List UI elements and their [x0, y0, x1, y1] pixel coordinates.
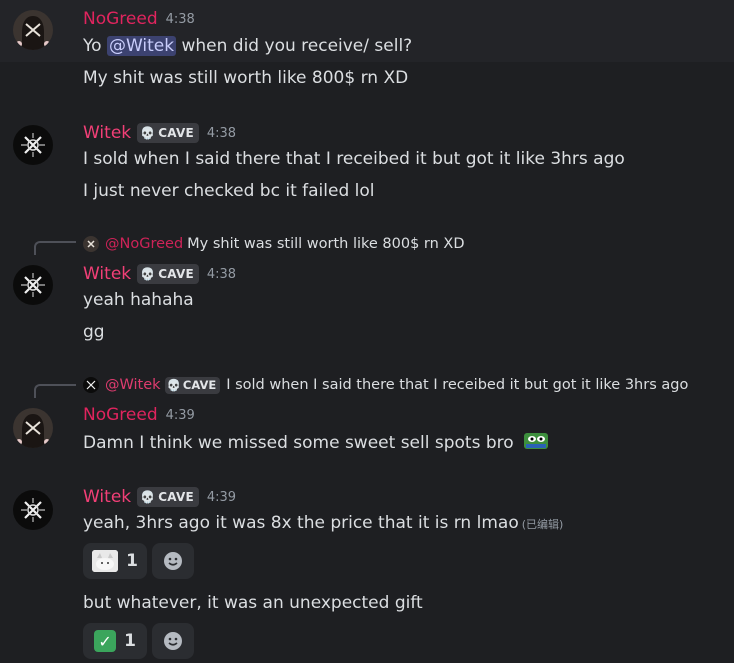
clan-tag-label: CAVE [182, 378, 217, 392]
message-header: NoGreed 4:38 [83, 8, 195, 30]
witek-mini-avatar [83, 377, 99, 393]
message-header: NoGreed 4:39 [83, 404, 195, 426]
reply-preview[interactable]: @Witek 💀 CAVE I sold when I said there th… [83, 375, 688, 395]
nogreed-mini-avatar [83, 236, 99, 252]
add-reaction-button[interactable] [152, 543, 194, 579]
text-fragment: yeah, 3hrs ago it was 8x the price that … [83, 513, 519, 533]
message-text: yeah hahaha [83, 290, 194, 310]
witek-avatar[interactable] [13, 265, 53, 305]
clan-tag[interactable]: 💀 CAVE [137, 123, 199, 143]
reply-text: I sold when I said there that I receibed… [226, 377, 689, 393]
reaction-count: 1 [124, 631, 136, 651]
message-text: Yo @Witek when did you receive/ sell? [83, 36, 412, 56]
message-header: Witek 💀 CAVE 4:39 [83, 486, 236, 508]
white-check-mark-emoji: ✓ [94, 630, 117, 652]
text-fragment: Yo [83, 36, 107, 56]
reply-author[interactable]: @Witek [105, 377, 161, 393]
clan-tag[interactable]: 💀 CAVE [137, 487, 199, 507]
skull-icon: 💀 [140, 267, 156, 281]
timestamp: 4:38 [206, 266, 237, 282]
witek-avatar[interactable] [13, 490, 53, 530]
text-fragment: Damn I think we missed some sweet sell s… [83, 433, 514, 453]
smiley-icon [164, 632, 182, 650]
clan-tag-label: CAVE [158, 267, 194, 281]
skull-icon: 💀 [166, 378, 181, 392]
username[interactable]: NoGreed [83, 9, 158, 29]
timestamp: 4:39 [165, 407, 195, 423]
reply-spine [34, 384, 76, 398]
timestamp: 4:38 [165, 11, 195, 27]
message-text: I just never checked bc it failed lol [83, 181, 375, 201]
reaction-button[interactable]: 1 [83, 543, 147, 579]
message-text: gg [83, 322, 105, 342]
message-text: My shit was still worth like 800$ rn XD [83, 68, 409, 88]
timestamp: 4:39 [206, 489, 237, 505]
reply-text: My shit was still worth like 800$ rn XD [187, 236, 465, 252]
edited-label: (已编辑) [521, 518, 564, 531]
username[interactable]: Witek [83, 264, 131, 284]
username[interactable]: Witek [83, 123, 131, 143]
message-text: but whatever, it was an unexpected gift [83, 593, 423, 613]
reply-spine [34, 241, 76, 255]
message-text: Damn I think we missed some sweet sell s… [83, 431, 549, 453]
reply-preview[interactable]: @NoGreed My shit was still worth like 80… [83, 234, 465, 254]
timestamp: 4:38 [206, 125, 237, 141]
nogreed-avatar[interactable] [13, 408, 53, 448]
message-header: Witek 💀 CAVE 4:38 [83, 122, 236, 144]
pepe-emoji [523, 431, 549, 451]
add-reaction-button[interactable] [152, 623, 194, 659]
skull-icon: 💀 [140, 126, 156, 140]
nogreed-avatar[interactable] [13, 10, 53, 50]
message-text: yeah, 3hrs ago it was 8x the price that … [83, 513, 563, 533]
reply-author[interactable]: @NoGreed [105, 236, 183, 252]
cat-emoji [92, 550, 119, 572]
clan-tag-label: CAVE [158, 126, 194, 140]
reaction-count: 1 [126, 551, 138, 571]
text-fragment: when did you receive/ sell? [176, 36, 413, 56]
clan-tag[interactable]: 💀 CAVE [137, 264, 199, 284]
smiley-icon [164, 552, 182, 570]
message-text: I sold when I said there that I receibed… [83, 149, 625, 169]
reaction-button[interactable]: ✓ 1 [83, 623, 147, 659]
witek-avatar[interactable] [13, 125, 53, 165]
message-header: Witek 💀 CAVE 4:38 [83, 263, 236, 285]
username[interactable]: NoGreed [83, 405, 158, 425]
skull-icon: 💀 [140, 490, 156, 504]
clan-tag-label: CAVE [158, 490, 194, 504]
user-mention[interactable]: @Witek [106, 36, 177, 56]
username[interactable]: Witek [83, 487, 131, 507]
clan-tag: 💀 CAVE [164, 376, 221, 394]
